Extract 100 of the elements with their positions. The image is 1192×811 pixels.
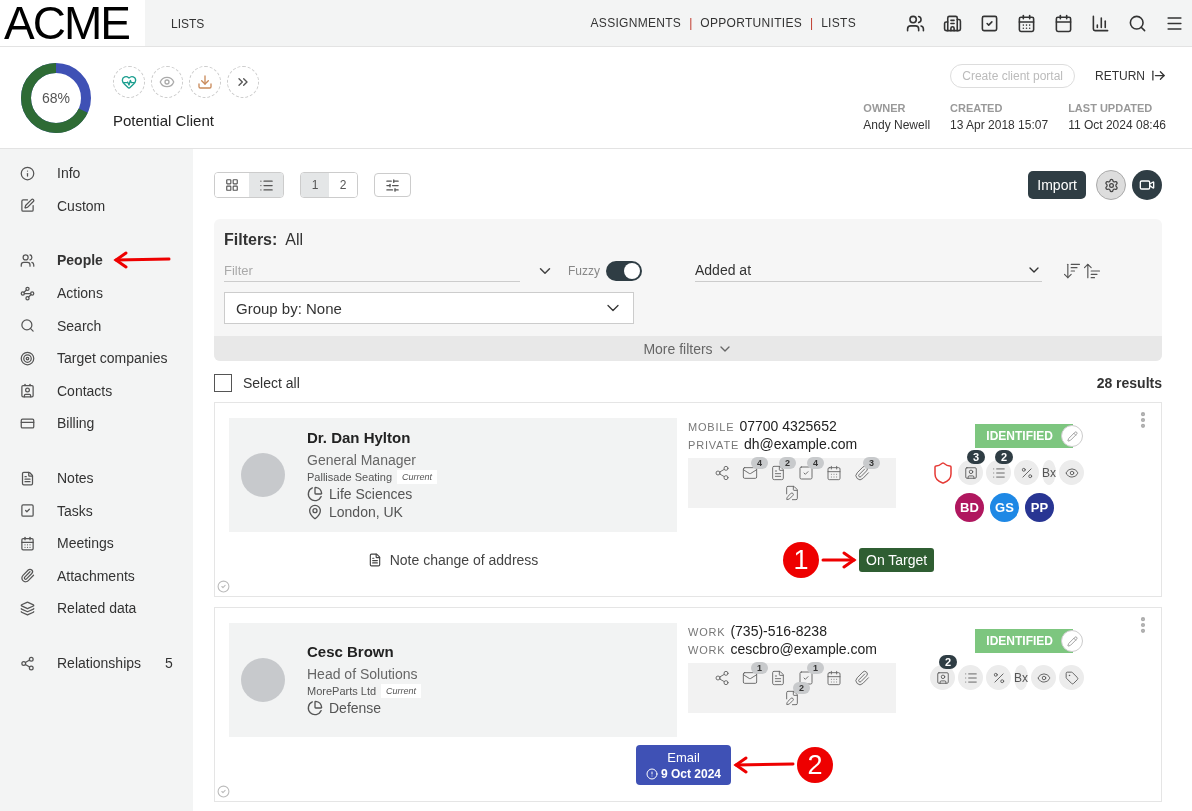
sidebar-item[interactable]: People — [0, 244, 193, 277]
callout-number: 2 — [797, 747, 834, 783]
sidebar-item[interactable]: Related data — [0, 592, 193, 625]
eye-icon[interactable] — [1059, 460, 1084, 485]
tag-chip[interactable]: Bx — [1042, 460, 1056, 485]
percent-icon[interactable] — [1014, 460, 1039, 485]
count-badge: 2 — [779, 457, 796, 469]
meta-label: OWNER — [863, 101, 907, 114]
select-all-checkbox[interactable]: Select all — [214, 374, 300, 392]
contact-type: WORK — [688, 626, 726, 638]
tag-icon[interactable] — [1059, 665, 1084, 690]
bar-chart-icon[interactable] — [1091, 13, 1110, 33]
eye-icon[interactable] — [1031, 665, 1056, 690]
callout-arrow — [733, 756, 796, 774]
tag-chip[interactable]: Bx — [1014, 665, 1028, 690]
more-filters-button[interactable]: More filters — [214, 336, 1162, 361]
contact-value: cescbro@example.com — [730, 641, 877, 657]
results-count: 28 results — [1096, 375, 1162, 391]
attachment-icon[interactable] — [854, 670, 870, 686]
signature-icon[interactable] — [784, 690, 800, 706]
sort-select[interactable]: Added at — [695, 259, 1042, 282]
return-link[interactable]: RETURN — [1095, 68, 1166, 83]
current-tag: Current — [397, 470, 438, 484]
settings-button[interactable] — [1096, 170, 1126, 200]
attachment-icon[interactable] — [854, 465, 870, 481]
email-icon[interactable] — [742, 465, 758, 481]
video-button[interactable] — [1132, 170, 1162, 200]
task-icon[interactable] — [798, 670, 814, 686]
count-badge: 1 — [807, 662, 824, 674]
logo[interactable]: ACME — [0, 0, 145, 46]
sidebar-item[interactable]: Notes — [0, 461, 193, 495]
page-button[interactable]: 1 — [301, 173, 329, 197]
company-name: Pallisade Seating — [307, 471, 392, 483]
edit-button[interactable] — [1061, 425, 1083, 447]
download-icon — [197, 74, 213, 90]
filter-field[interactable]: Filter — [224, 259, 520, 282]
target-icon — [20, 350, 35, 366]
share-icon — [20, 655, 35, 671]
signature-icon[interactable] — [784, 485, 800, 501]
fuzzy-toggle[interactable] — [606, 260, 642, 281]
search-icon — [20, 318, 35, 334]
location: London, UK — [329, 504, 403, 520]
checkbox-icon[interactable] — [980, 13, 999, 33]
owner-avatar[interactable]: GS — [990, 493, 1019, 522]
nav-link[interactable]: LISTS — [821, 16, 856, 30]
search-icon[interactable] — [1128, 13, 1147, 33]
owner-avatar[interactable]: BD — [955, 493, 984, 522]
document-icon[interactable] — [770, 465, 786, 481]
task-button[interactable]: Email 9 Oct 2024 — [636, 745, 732, 785]
status-badge: On Target — [859, 548, 935, 572]
meta-label: CREATED — [950, 101, 1004, 114]
sidebar-item[interactable]: Actions — [0, 276, 193, 310]
sidebar-item[interactable]: Relationships 5 — [0, 646, 193, 680]
edit-button[interactable] — [1061, 630, 1083, 652]
sidebar-item[interactable]: Billing — [0, 407, 193, 440]
download-button[interactable] — [189, 66, 221, 98]
section-title: LISTS — [171, 17, 205, 31]
sidebar-item[interactable]: Target companies — [0, 341, 193, 375]
percent-icon[interactable] — [986, 665, 1011, 690]
eye-button[interactable] — [151, 66, 183, 98]
sidebar-item[interactable]: Custom — [0, 189, 193, 223]
heart-pulse-button[interactable] — [113, 66, 145, 98]
meta-value: 13 Apr 2018 15:07 — [950, 117, 1049, 132]
email-icon[interactable] — [742, 670, 758, 686]
nav-link[interactable]: ASSIGNMENTS — [590, 16, 682, 30]
relationships-icon[interactable] — [714, 670, 730, 686]
callout-arrow — [821, 551, 857, 569]
list-icon[interactable] — [986, 460, 1011, 485]
relationships-icon[interactable] — [714, 465, 730, 481]
pencil-icon — [1066, 430, 1078, 442]
contact-icon[interactable] — [930, 665, 955, 690]
forward-button[interactable] — [227, 66, 259, 98]
sidebar-item[interactable]: Info — [0, 157, 193, 190]
people-icon[interactable] — [906, 13, 925, 33]
sidebar-item[interactable]: Attachments — [0, 559, 193, 593]
list-view-button[interactable] — [249, 173, 283, 197]
sliders-icon — [385, 177, 400, 193]
avatar-placeholder — [241, 452, 285, 497]
sidebar-item[interactable]: Search — [0, 309, 193, 342]
settings-sliders-button[interactable] — [374, 173, 411, 197]
industry: Life Sciences — [329, 486, 413, 502]
nav-separator: | — [810, 16, 814, 30]
note: Note change of address — [367, 552, 539, 568]
nav-link[interactable]: OPPORTUNITIES — [700, 16, 802, 30]
contact-icon[interactable] — [958, 460, 983, 485]
owner-avatar[interactable]: PP — [1025, 493, 1054, 522]
pie-chart-icon — [307, 486, 323, 502]
sidebar-item[interactable]: Meetings — [0, 526, 193, 560]
task-icon[interactable] — [798, 465, 814, 481]
count-badge: 4 — [807, 457, 824, 469]
calendar-grid-icon[interactable] — [1017, 13, 1036, 33]
group-by-select[interactable]: Group by: None — [224, 292, 634, 324]
sidebar-item[interactable]: Tasks — [0, 494, 193, 527]
calendar-icon[interactable] — [1054, 13, 1073, 33]
contact-card-icon — [20, 383, 35, 399]
building-icon[interactable] — [943, 13, 962, 33]
document-icon[interactable] — [770, 670, 786, 686]
sidebar-item[interactable]: Contacts — [0, 374, 193, 408]
filters-value: All — [285, 231, 304, 249]
import-button[interactable]: Import — [1028, 171, 1086, 199]
